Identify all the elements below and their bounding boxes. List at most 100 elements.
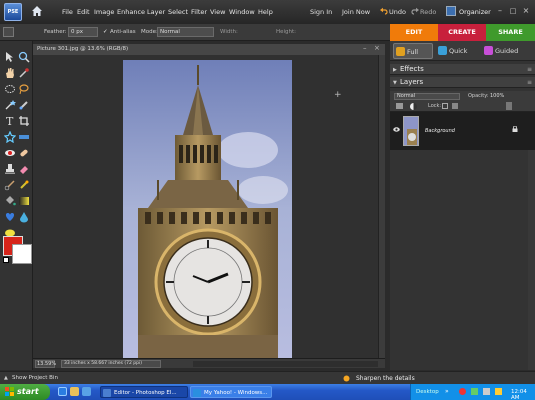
folder-quicklaunch-icon[interactable]	[70, 387, 79, 396]
menu-edit[interactable]: Edit	[77, 8, 90, 16]
adjustment-layer-icon[interactable]	[410, 103, 417, 110]
tool-preset-picker[interactable]	[3, 27, 14, 37]
tab-create[interactable]: CREATE	[438, 24, 486, 41]
smart-brush-icon[interactable]	[18, 179, 30, 191]
taskbar-item-yahoo-label: My Yahoo! - Windows...	[204, 390, 268, 396]
cookie-cutter-tool-icon[interactable]	[4, 131, 16, 143]
menu-layer[interactable]: Layer	[147, 8, 165, 16]
document-horizontal-scrollbar[interactable]	[193, 361, 378, 367]
zoom-tool-icon[interactable]	[18, 51, 30, 63]
menu-filter[interactable]: Filter	[191, 8, 207, 16]
menu-view[interactable]: View	[210, 8, 225, 16]
blend-mode-select[interactable]: Normal	[394, 93, 460, 100]
effects-panel-header[interactable]: ▶ Effects ≡	[390, 64, 535, 75]
undo-button[interactable]: Undo	[389, 8, 406, 16]
undo-icon[interactable]	[380, 7, 388, 15]
feather-label: Feather:	[44, 29, 67, 35]
antialias-checkbox[interactable]: Anti-alias	[110, 29, 136, 35]
tab-guided[interactable]: Guided	[482, 43, 532, 59]
show-project-bin-button[interactable]: Show Project Bin	[12, 375, 58, 381]
tab-quick[interactable]: Quick	[436, 43, 480, 59]
tray-expand-icon[interactable]: »	[445, 388, 449, 395]
move-tool-icon[interactable]	[4, 51, 16, 63]
document-vertical-scrollbar[interactable]	[378, 55, 385, 358]
eraser-tool-icon[interactable]	[18, 163, 30, 175]
antialias-check-icon[interactable]: ✓	[103, 29, 108, 35]
canvas-area[interactable]: +	[33, 55, 378, 358]
type-tool-icon[interactable]: T	[4, 115, 16, 127]
layer-row-background[interactable]: Background	[390, 112, 535, 150]
close-icon[interactable]: ×	[521, 6, 531, 16]
tray-network-icon[interactable]	[471, 388, 478, 395]
big-ben-photo[interactable]	[123, 60, 292, 358]
minimize-icon[interactable]: –	[495, 6, 505, 16]
hand-tool-icon[interactable]	[4, 67, 16, 79]
magic-wand-tool-icon[interactable]	[4, 99, 16, 111]
clock-tower-image	[123, 60, 292, 358]
background-color-swatch[interactable]	[12, 244, 32, 264]
crop-tool-icon[interactable]	[18, 115, 30, 127]
doc-minimize-icon[interactable]: –	[363, 44, 367, 52]
clone-stamp-icon[interactable]	[4, 163, 16, 175]
straighten-tool-icon[interactable]	[18, 131, 30, 143]
gradient-tool-icon[interactable]	[18, 195, 30, 207]
lock-transparent-icon[interactable]	[442, 103, 448, 109]
palette-scrollbar[interactable]	[528, 150, 535, 370]
feather-field[interactable]: 0 px	[68, 27, 98, 37]
effects-panel-menu-icon[interactable]: ≡	[527, 66, 532, 73]
menu-help[interactable]: Help	[258, 8, 273, 16]
red-eye-tool-icon[interactable]	[4, 147, 16, 159]
join-now-link[interactable]: Join Now	[342, 8, 370, 16]
shape-tool-icon[interactable]	[4, 211, 16, 223]
document-size-info: 33 inches x 58.667 inches (72 ppi)	[61, 360, 161, 368]
taskbar-item-yahoo[interactable]: My Yahoo! - Windows...	[190, 386, 272, 398]
ie-task-icon	[193, 389, 201, 397]
tab-share[interactable]: SHARE	[486, 24, 535, 41]
new-layer-icon[interactable]	[396, 103, 403, 109]
layer-options-row: Normal Opacity: 100%	[390, 91, 535, 101]
desktop-quicklaunch-icon[interactable]	[82, 387, 91, 396]
eye-icon[interactable]	[393, 127, 400, 132]
paint-bucket-icon[interactable]	[4, 195, 16, 207]
tip-text[interactable]: Sharpen the details	[356, 375, 415, 382]
tray-security-icon[interactable]	[459, 388, 466, 395]
organizer-label: Organizer	[459, 8, 491, 16]
menu-window[interactable]: Window	[229, 8, 255, 16]
organizer-button[interactable]: Organizer	[446, 5, 491, 18]
menu-enhance[interactable]: Enhance	[117, 8, 145, 16]
marquee-tool-icon[interactable]	[4, 83, 16, 95]
brush-tool-icon[interactable]	[4, 179, 16, 191]
selection-brush-icon[interactable]	[18, 99, 30, 111]
menu-image[interactable]: Image	[94, 8, 114, 16]
tray-app-icon[interactable]	[495, 388, 502, 395]
desktop-toolbar-label[interactable]: Desktop	[416, 389, 439, 395]
layers-panel-menu-icon[interactable]: ≡	[527, 79, 532, 86]
tab-edit[interactable]: EDIT	[390, 24, 438, 41]
opacity-field[interactable]: 100%	[490, 93, 504, 99]
bin-triangle-icon[interactable]: ▲	[4, 375, 8, 381]
default-colors-icon[interactable]	[3, 257, 9, 263]
layers-panel-header[interactable]: ▼ Layers ≡	[390, 77, 535, 88]
menu-file[interactable]: File	[62, 8, 73, 16]
lock-all-icon[interactable]	[452, 103, 458, 109]
tray-volume-icon[interactable]	[483, 388, 490, 395]
lasso-tool-icon[interactable]	[18, 83, 30, 95]
blur-tool-icon[interactable]	[18, 211, 30, 223]
effects-panel-title: Effects	[400, 65, 424, 73]
redo-button[interactable]: Redo	[420, 8, 436, 16]
ie-quicklaunch-icon[interactable]	[58, 387, 67, 396]
start-button[interactable]: start	[0, 384, 50, 400]
tab-full[interactable]: Full	[393, 43, 433, 59]
redo-icon[interactable]	[411, 7, 419, 15]
taskbar-item-photoshop[interactable]: Editor - Photoshop El...	[100, 386, 188, 398]
home-icon[interactable]	[31, 5, 43, 17]
mode-select[interactable]: Normal	[157, 27, 214, 37]
healing-brush-icon[interactable]	[18, 147, 30, 159]
maximize-icon[interactable]: □	[508, 6, 518, 16]
sign-in-link[interactable]: Sign In	[310, 8, 332, 16]
doc-close-icon[interactable]: ×	[374, 44, 380, 52]
eyedropper-tool-icon[interactable]	[18, 67, 30, 79]
trash-icon[interactable]	[506, 102, 512, 110]
zoom-field[interactable]: 13.59%	[35, 360, 56, 368]
menu-select[interactable]: Select	[168, 8, 188, 16]
